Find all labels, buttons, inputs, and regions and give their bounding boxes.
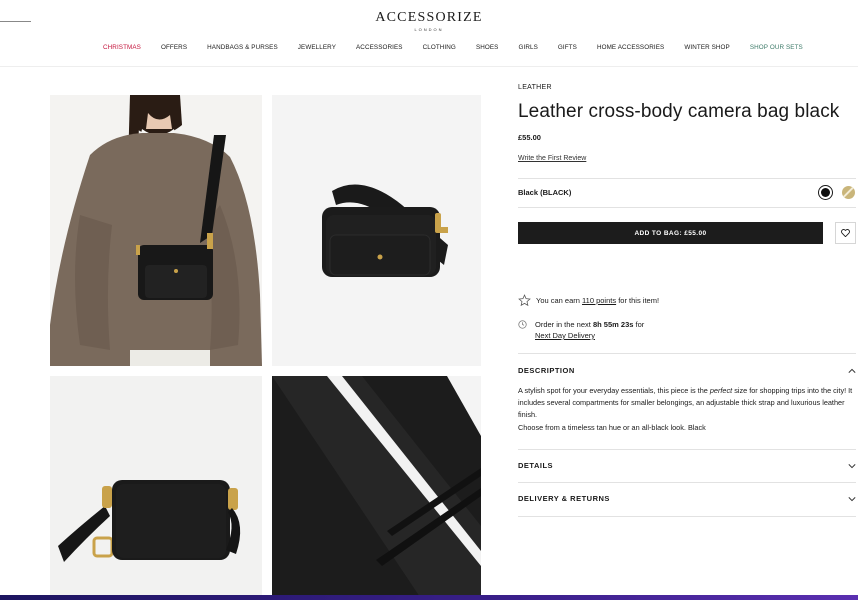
nav-offers[interactable]: OFFERS <box>161 44 187 51</box>
details-accordion-header[interactable]: DETAILS <box>518 461 856 470</box>
points-link[interactable]: 110 points <box>582 296 616 305</box>
delivery-title: DELIVERY & RETURNS <box>518 494 610 503</box>
bag-side-illustration <box>50 376 262 600</box>
product-category: LEATHER <box>518 84 552 91</box>
divider <box>518 207 856 208</box>
delivery-countdown: Order in the next 8h 55m 23s for Next Da… <box>518 319 644 341</box>
header-divider <box>0 66 858 67</box>
model-wearing-bag-illustration <box>50 95 262 366</box>
divider <box>518 516 856 517</box>
bag-closeup-illustration <box>272 376 481 600</box>
product-image-model[interactable] <box>50 95 262 366</box>
main-nav: CHRISTMAS OFFERS HANDBAGS & PURSES JEWEL… <box>103 44 803 51</box>
next-day-delivery-link[interactable]: Next Day Delivery <box>535 331 595 340</box>
nav-girls[interactable]: GIRLS <box>518 44 537 51</box>
nav-christmas[interactable]: CHRISTMAS <box>103 44 141 51</box>
nav-handbags-purses[interactable]: HANDBAGS & PURSES <box>207 44 278 51</box>
nav-accessories[interactable]: ACCESSORIES <box>356 44 403 51</box>
divider <box>518 482 856 483</box>
divider <box>518 353 856 354</box>
product-image-closeup[interactable] <box>272 376 481 600</box>
order-countdown: 8h 55m 23s <box>592 320 634 329</box>
divider <box>518 449 856 450</box>
description-title: DESCRIPTION <box>518 366 575 375</box>
bottom-gradient-bar <box>0 595 858 600</box>
nav-shoes[interactable]: SHOES <box>476 44 499 51</box>
write-review-link[interactable]: Write the First Review <box>518 155 586 162</box>
nav-shop-our-sets[interactable]: SHOP OUR SETS <box>750 44 803 51</box>
brand-name: ACCESSORIZE <box>375 10 483 25</box>
nav-home-accessories[interactable]: HOME ACCESSORIES <box>597 44 664 51</box>
product-price: £55.00 <box>518 133 541 142</box>
divider <box>518 178 856 179</box>
description-text-c: Choose from a timeless tan hue or an all… <box>518 422 706 432</box>
nav-gifts[interactable]: GIFTS <box>558 44 577 51</box>
loyalty-points: You can earn 110 points for this item! <box>518 294 659 307</box>
swatch-tan[interactable] <box>842 186 855 199</box>
colour-label: Black (BLACK) <box>518 188 572 197</box>
chevron-down-icon <box>848 496 856 501</box>
order-suffix: for <box>635 320 645 329</box>
nav-winter-shop[interactable]: WINTER SHOP <box>684 44 730 51</box>
brand-subtitle: LONDON <box>414 27 444 32</box>
heart-icon <box>841 229 850 237</box>
nav-jewellery[interactable]: JEWELLERY <box>298 44 336 51</box>
star-icon <box>518 294 531 307</box>
description-emphasis: perfect <box>709 386 733 395</box>
clock-icon <box>518 320 527 329</box>
earn-prefix: You can earn <box>536 296 580 305</box>
nav-clothing[interactable]: CLOTHING <box>423 44 456 51</box>
details-title: DETAILS <box>518 461 554 470</box>
description-body: A stylish spot for your everyday essenti… <box>518 385 856 434</box>
brand-logo[interactable]: ACCESSORIZE LONDON <box>0 10 858 32</box>
bag-front-illustration <box>272 95 481 366</box>
description-accordion-header[interactable]: DESCRIPTION <box>518 366 856 375</box>
earn-suffix: for this item! <box>618 296 660 305</box>
description-text-a: A stylish spot for your everyday essenti… <box>518 386 708 395</box>
wishlist-button[interactable] <box>835 222 856 244</box>
swatch-black[interactable] <box>818 185 833 200</box>
product-image-side[interactable] <box>50 376 262 600</box>
delivery-accordion-header[interactable]: DELIVERY & RETURNS <box>518 494 856 503</box>
order-prefix: Order in the next <box>535 320 591 329</box>
chevron-up-icon <box>848 368 856 373</box>
product-image-front[interactable] <box>272 95 481 366</box>
product-title: Leather cross-body camera bag black <box>518 101 840 122</box>
chevron-down-icon <box>848 463 856 468</box>
add-to-bag-button[interactable]: ADD TO BAG: £55.00 <box>518 222 823 244</box>
